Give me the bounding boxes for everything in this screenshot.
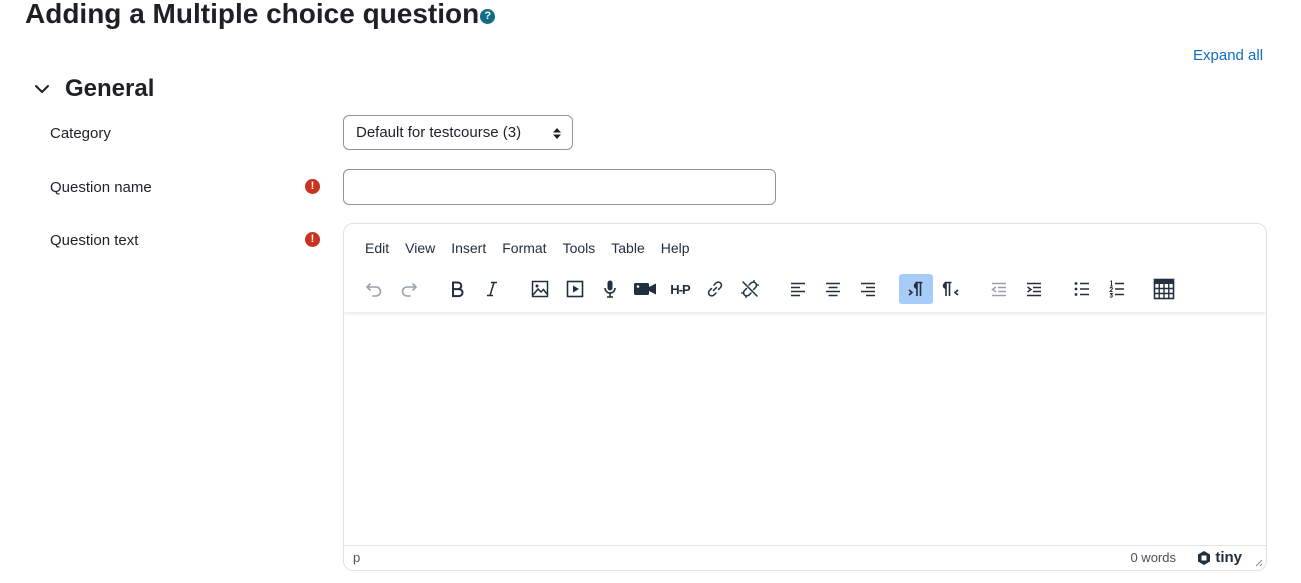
editor-menubar: Edit View Insert Format Tools Table Help	[344, 224, 1266, 272]
page-title-text: Adding a Multiple choice question	[25, 0, 480, 29]
menu-format[interactable]: Format	[494, 224, 554, 272]
indent-button[interactable]	[1017, 274, 1051, 304]
help-icon[interactable]: ?	[480, 9, 496, 24]
category-select[interactable]: Default for testcourse (3)	[343, 115, 573, 150]
menu-edit[interactable]: Edit	[357, 224, 397, 272]
unlink-icon	[741, 280, 759, 298]
tiny-logo-icon	[1198, 550, 1211, 565]
section-title: General	[65, 75, 155, 102]
question-name-input[interactable]	[343, 169, 776, 205]
menu-tools[interactable]: Tools	[555, 224, 604, 272]
italic-icon	[487, 281, 497, 297]
h5p-icon: H-P	[670, 281, 690, 297]
menu-table[interactable]: Table	[603, 224, 652, 272]
record-audio-icon	[604, 280, 616, 298]
bold-icon	[452, 281, 464, 298]
media-icon	[566, 280, 584, 298]
menu-help[interactable]: Help	[653, 224, 698, 272]
align-left-icon	[791, 282, 805, 297]
calculator-button[interactable]	[1147, 274, 1181, 304]
required-icon: !	[305, 232, 320, 247]
bullet-list-button[interactable]	[1065, 274, 1099, 304]
calculator-icon	[1153, 278, 1175, 300]
category-label: Category	[50, 125, 111, 142]
media-button[interactable]	[558, 274, 592, 304]
undo-icon	[366, 283, 382, 297]
indent-icon	[1027, 282, 1041, 297]
rtl-icon	[942, 281, 959, 296]
editor-content-area[interactable]	[344, 314, 1266, 546]
align-right-button[interactable]	[851, 274, 885, 304]
record-video-icon	[634, 283, 656, 295]
unlink-button[interactable]	[733, 274, 767, 304]
expand-all-link[interactable]: Expand all	[1193, 47, 1263, 64]
rtl-button[interactable]	[934, 274, 968, 304]
h5p-button[interactable]: H-P	[663, 274, 697, 304]
record-audio-button[interactable]	[593, 274, 627, 304]
chevron-down-icon[interactable]	[33, 80, 51, 98]
align-right-icon	[861, 282, 875, 297]
tiny-brand-text: tiny	[1215, 549, 1242, 566]
undo-button[interactable]	[357, 274, 391, 304]
tiny-logo[interactable]: tiny	[1196, 549, 1242, 566]
image-button[interactable]	[523, 274, 557, 304]
menu-view[interactable]: View	[397, 224, 443, 272]
page-title: Adding a Multiple choice question?	[25, 0, 496, 32]
italic-button[interactable]	[475, 274, 509, 304]
bold-button[interactable]	[440, 274, 474, 304]
required-icon: !	[305, 179, 320, 194]
align-center-icon	[826, 282, 840, 297]
outdent-icon	[991, 282, 1006, 297]
bullet-list-icon	[1074, 282, 1089, 296]
ltr-button[interactable]	[899, 274, 933, 304]
numbered-list-button[interactable]	[1100, 274, 1134, 304]
category-selected-value: Default for testcourse (3)	[356, 124, 522, 141]
numbered-list-icon	[1108, 280, 1124, 298]
word-count[interactable]: 0 words	[1130, 550, 1176, 565]
outdent-button[interactable]	[982, 274, 1016, 304]
redo-button[interactable]	[392, 274, 426, 304]
element-path[interactable]: p	[353, 550, 360, 565]
select-arrows-icon	[553, 128, 561, 139]
ltr-icon	[908, 281, 923, 296]
menu-insert[interactable]: Insert	[443, 224, 494, 272]
question-name-label: Question name	[50, 179, 152, 196]
link-icon	[707, 281, 723, 297]
question-text-editor: Edit View Insert Format Tools Table Help	[343, 223, 1267, 571]
record-video-button[interactable]	[628, 274, 662, 304]
editor-toolbar: H-P	[344, 272, 1266, 312]
link-button[interactable]	[698, 274, 732, 304]
image-icon	[531, 280, 549, 298]
resize-handle-icon[interactable]	[1253, 557, 1263, 567]
question-text-label: Question text	[50, 232, 139, 249]
redo-icon	[401, 283, 417, 297]
align-left-button[interactable]	[781, 274, 815, 304]
align-center-button[interactable]	[816, 274, 850, 304]
section-general-header[interactable]: General	[33, 74, 154, 104]
editor-statusbar: p 0 words tiny	[344, 545, 1266, 570]
